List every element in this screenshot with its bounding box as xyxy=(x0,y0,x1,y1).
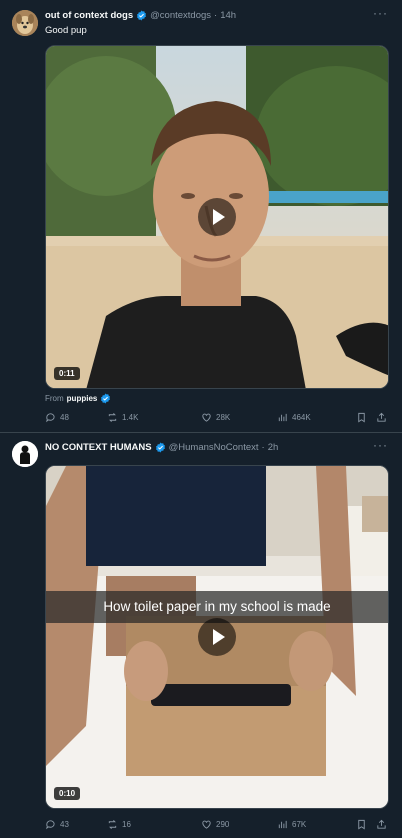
reply-count: 48 xyxy=(60,413,69,422)
tweet-text: Good pup xyxy=(45,25,87,36)
action-bar: 43 16 290 67K xyxy=(45,819,389,833)
views-button[interactable]: 67K xyxy=(277,819,306,830)
repost-button[interactable]: 16 xyxy=(107,819,131,830)
timestamp[interactable]: 2h xyxy=(268,442,279,453)
author-name[interactable]: NO CONTEXT HUMANS xyxy=(45,442,152,453)
repost-icon xyxy=(108,413,117,422)
like-button[interactable]: 28K xyxy=(201,412,230,423)
bookmark-icon xyxy=(358,412,365,423)
more-dots-icon[interactable]: ··· xyxy=(373,6,388,20)
video-player[interactable]: How toilet paper in my school is made 0:… xyxy=(45,465,389,809)
heart-icon xyxy=(202,820,211,829)
verified-badge-icon xyxy=(137,10,147,21)
reply-button[interactable]: 48 xyxy=(45,412,69,423)
avatar[interactable] xyxy=(12,10,38,36)
like-button[interactable]: 290 xyxy=(201,819,229,830)
reply-icon xyxy=(46,820,55,830)
silhouette-avatar-icon xyxy=(12,441,38,467)
more-dots-icon[interactable]: ··· xyxy=(373,438,388,452)
action-bar: 48 1.4K 28K 464K xyxy=(45,412,389,426)
repost-icon xyxy=(108,820,117,829)
reply-icon xyxy=(46,413,55,423)
verified-badge-icon xyxy=(155,442,165,453)
play-icon[interactable] xyxy=(198,198,236,236)
share-icon xyxy=(377,819,386,829)
share-button[interactable] xyxy=(376,819,391,830)
author-handle[interactable]: @HumansNoContext xyxy=(169,442,259,453)
views-icon xyxy=(278,820,287,829)
repost-count: 16 xyxy=(122,820,131,829)
repost-count: 1.4K xyxy=(122,413,139,422)
play-icon[interactable] xyxy=(198,618,236,656)
like-count: 290 xyxy=(216,820,230,829)
like-count: 28K xyxy=(216,413,231,422)
timestamp[interactable]: 14h xyxy=(220,10,236,21)
video-duration: 0:10 xyxy=(54,787,81,800)
dog-avatar-icon xyxy=(12,10,38,36)
tweet[interactable]: NO CONTEXT HUMANS @HumansNoContext · 2h … xyxy=(0,432,402,838)
view-count: 464K xyxy=(292,413,311,422)
bookmark-button[interactable] xyxy=(356,819,371,830)
views-icon xyxy=(278,413,287,422)
share-button[interactable] xyxy=(376,412,391,423)
source-prefix: From xyxy=(45,394,64,403)
author-handle[interactable]: @contextdogs xyxy=(150,10,211,21)
separator-dot: · xyxy=(261,442,265,453)
reply-count: 43 xyxy=(60,820,69,829)
author-name[interactable]: out of context dogs xyxy=(45,10,133,21)
verified-badge-icon xyxy=(101,393,111,404)
source-attribution: From puppies xyxy=(45,393,114,404)
views-button[interactable]: 464K xyxy=(277,412,311,423)
repost-button[interactable]: 1.4K xyxy=(107,412,138,423)
share-icon xyxy=(377,412,386,422)
heart-icon xyxy=(202,413,211,422)
source-account[interactable]: puppies xyxy=(67,394,98,403)
video-player[interactable]: 0:11 xyxy=(45,45,389,389)
separator-dot: · xyxy=(214,10,218,21)
bookmark-button[interactable] xyxy=(356,412,371,423)
video-duration: 0:11 xyxy=(54,367,80,380)
tweet[interactable]: out of context dogs @contextdogs · 14h ·… xyxy=(0,0,402,432)
reply-button[interactable]: 43 xyxy=(45,819,69,830)
view-count: 67K xyxy=(292,820,307,829)
avatar[interactable] xyxy=(12,441,38,467)
bookmark-icon xyxy=(358,819,365,830)
